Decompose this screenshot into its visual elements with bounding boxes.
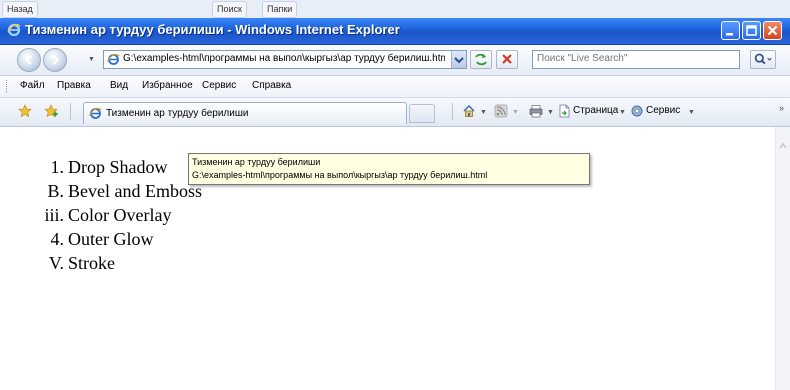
search-field[interactable] <box>532 50 740 69</box>
separator <box>70 103 71 120</box>
list-marker: iii. <box>44 205 64 225</box>
address-url: G:\examples-html\программы на выпол\кырг… <box>123 53 445 64</box>
refresh-icon <box>475 53 487 66</box>
list-marker: V. <box>48 253 64 273</box>
minimize-icon <box>726 33 733 36</box>
search-input[interactable] <box>537 53 735 64</box>
search-go-button[interactable] <box>750 50 776 69</box>
list-item-text: Outer Glow <box>68 229 154 249</box>
back-nav-button[interactable] <box>17 48 41 72</box>
search-button[interactable]: Поиск <box>212 1 247 18</box>
stop-icon <box>502 54 512 64</box>
separator <box>452 103 453 120</box>
home-dropdown[interactable]: ▼ <box>480 109 487 116</box>
recent-pages-dropdown[interactable]: ▼ <box>88 56 95 63</box>
list-marker: 4. <box>50 229 65 249</box>
search-icon <box>754 53 772 65</box>
toolbar-overflow-chevron[interactable]: » <box>779 103 784 113</box>
list-item: V. Stroke <box>49 253 115 274</box>
chevron-down-icon <box>454 57 464 64</box>
list-marker: 1. <box>50 157 65 177</box>
window-titlebar: Тизменин ар турдуу берилиши - Windows In… <box>0 18 790 45</box>
scroll-up-icon[interactable] <box>777 141 789 151</box>
address-bar-row: ▼ G:\examples-html\программы на выпол\кы… <box>0 45 790 76</box>
page-menu-icon[interactable] <box>557 104 571 118</box>
tooltip-title: Тизменин ар турдуу берилиши <box>192 157 321 167</box>
address-field[interactable]: G:\examples-html\программы на выпол\кырг… <box>103 50 467 69</box>
list-item: iii. Color Overlay <box>44 205 172 226</box>
list-item-text: Stroke <box>68 253 115 273</box>
feeds-icon[interactable] <box>494 104 508 118</box>
list-item-text: Bevel and Emboss <box>68 181 202 201</box>
favorites-star-icon[interactable] <box>18 104 32 118</box>
close-button[interactable] <box>763 21 782 40</box>
page-icon <box>107 53 120 65</box>
tab-current-page[interactable]: Тизменин ар турдуу берилиши <box>83 102 407 124</box>
menu-view[interactable]: Вид <box>110 80 128 91</box>
favorites-tab-bar: Тизменин ар турдуу берилиши ▼ ▼ ▼ Страни… <box>0 98 790 127</box>
refresh-button[interactable] <box>470 50 492 69</box>
menu-tools[interactable]: Сервис <box>202 80 236 91</box>
back-button[interactable]: Назад <box>2 1 38 18</box>
list-item-text: Color Overlay <box>68 205 172 225</box>
ie-logo-icon <box>7 23 21 37</box>
list-item: 1. Drop Shadow <box>51 157 168 178</box>
page-icon <box>89 107 102 119</box>
forward-nav-button[interactable] <box>43 48 67 72</box>
list-marker: B. <box>47 181 64 201</box>
maximize-icon <box>746 25 757 36</box>
vertical-scrollbar[interactable] <box>775 127 790 390</box>
list-item: B. Bevel and Emboss <box>47 181 202 202</box>
tab-label: Тизменин ар турдуу берилиши <box>106 108 249 119</box>
folders-button[interactable]: Папки <box>262 1 298 18</box>
page-menu-button[interactable]: Страница <box>573 105 618 116</box>
close-icon <box>767 25 778 36</box>
explorer-toolbar-strip: Назад Поиск Папки <box>0 0 790 19</box>
menu-file[interactable]: Файл <box>20 80 45 91</box>
tools-gear-icon[interactable] <box>630 104 644 118</box>
toolbar-grip[interactable] <box>6 80 10 93</box>
tooltip-path: G:\examples-html\программы на выпол\кырг… <box>192 170 488 180</box>
stop-button[interactable] <box>496 50 518 69</box>
home-icon[interactable] <box>462 104 476 118</box>
tools-menu-button[interactable]: Сервис <box>646 105 680 116</box>
page-menu-dropdown[interactable]: ▼ <box>619 109 626 116</box>
back-arrow-icon <box>24 55 32 65</box>
print-dropdown[interactable]: ▼ <box>547 109 554 116</box>
new-tab-button[interactable] <box>409 104 435 123</box>
address-dropdown-button[interactable] <box>451 51 466 68</box>
minimize-button[interactable] <box>721 21 740 40</box>
feeds-dropdown[interactable]: ▼ <box>512 109 519 116</box>
list-item-text: Drop Shadow <box>68 157 168 177</box>
menu-help[interactable]: Справка <box>252 80 291 91</box>
window-title: Тизменин ар турдуу берилиши - Windows In… <box>25 22 400 37</box>
add-favorites-icon[interactable] <box>44 104 58 118</box>
maximize-button[interactable] <box>742 21 761 40</box>
menu-bar: Файл Правка Вид Избранное Сервис Справка <box>0 76 790 98</box>
forward-arrow-icon <box>52 55 60 65</box>
tools-menu-dropdown[interactable]: ▼ <box>688 109 695 116</box>
menu-favorites[interactable]: Избранное <box>142 80 193 91</box>
print-icon[interactable] <box>529 104 543 118</box>
list-item: 4. Outer Glow <box>51 229 154 250</box>
menu-edit[interactable]: Правка <box>57 80 91 91</box>
tab-tooltip: Тизменин ар турдуу берилиши G:\examples-… <box>188 153 590 185</box>
